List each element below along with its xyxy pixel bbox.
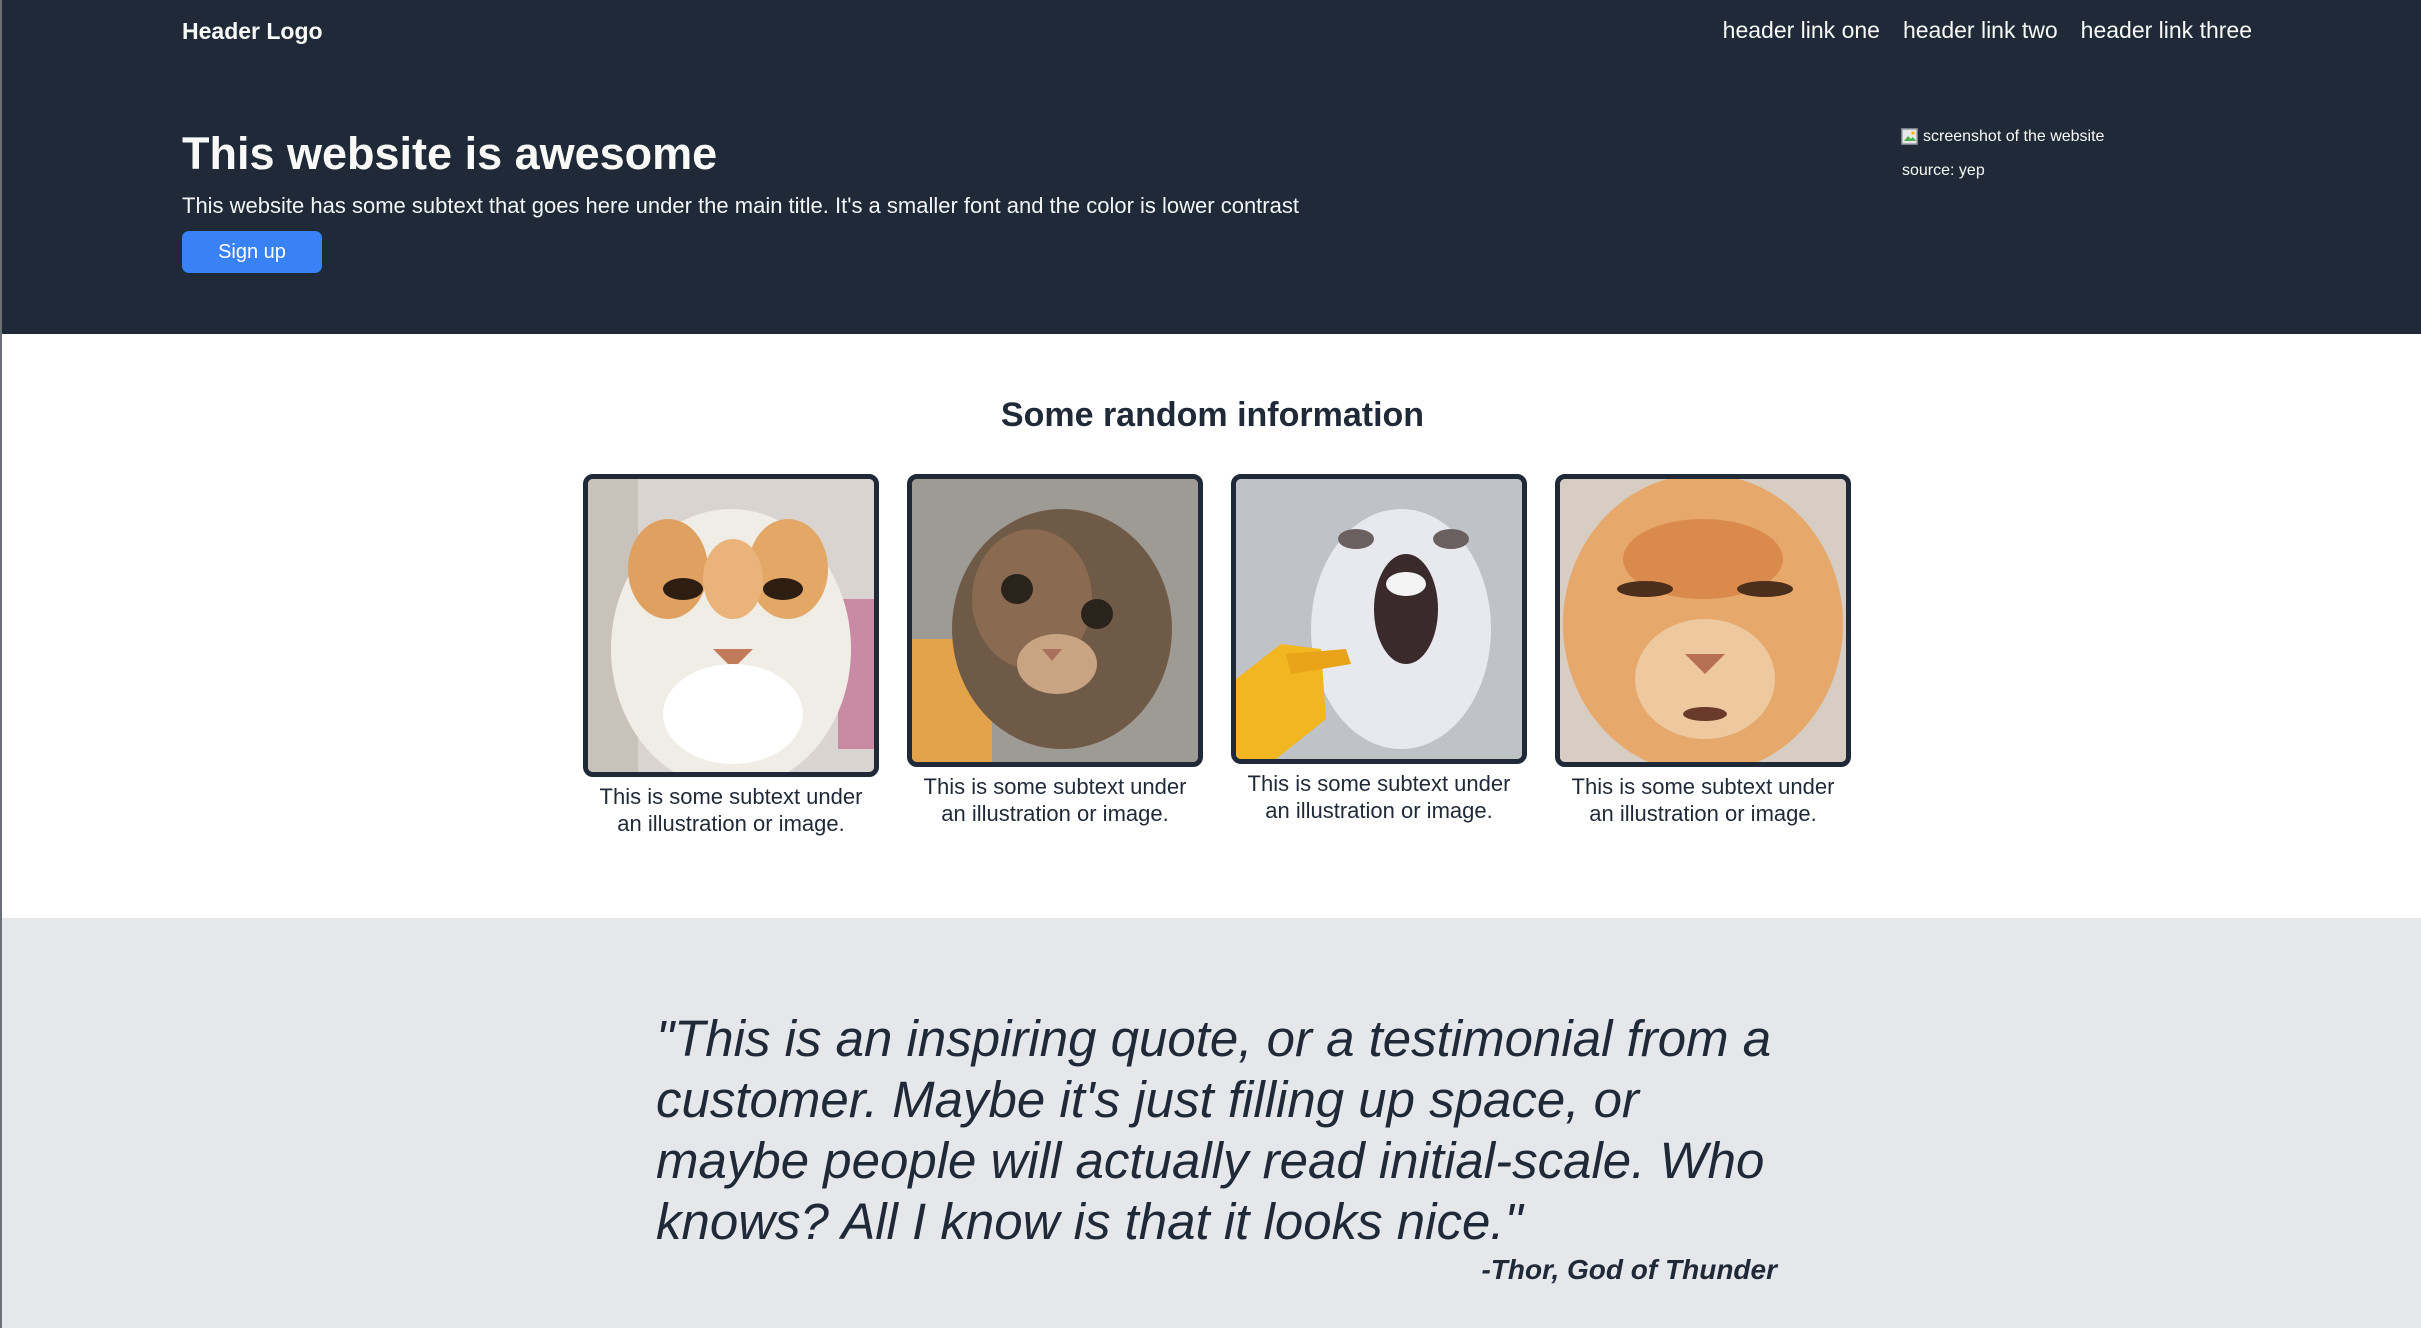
info-card: This is some subtext under an illustrati… (907, 474, 1203, 827)
orange-white-cat-image (583, 474, 879, 777)
info-card: This is some subtext under an illustrati… (1555, 474, 1851, 827)
quote-author: -Thor, God of Thunder (1481, 1254, 1777, 1285)
testimonial-quote: "This is an inspiring quote, or a testim… (656, 1010, 1772, 1250)
hero-image-alt: screenshot of the website (1923, 128, 2105, 145)
quote-section: "This is an inspiring quote, or a testim… (2, 918, 2421, 1328)
info-card: This is some subtext under an illustrati… (583, 474, 879, 837)
header-link-three[interactable]: header link three (2081, 15, 2252, 45)
hero-subtitle: This website has some subtext that goes … (182, 193, 1299, 218)
hero-image: screenshot of the website (1901, 126, 2104, 148)
broken-image-icon (1901, 126, 1921, 148)
header-nav: header link one header link two header l… (1723, 15, 2252, 45)
card-caption: This is some subtext under an illustrati… (599, 784, 863, 836)
info-card: This is some subtext under an illustrati… (1231, 474, 1527, 824)
header-logo[interactable]: Header Logo (182, 17, 323, 45)
tabby-cat-image (907, 474, 1203, 767)
header-link-two[interactable]: header link two (1903, 15, 2058, 45)
card-caption: This is some subtext under an illustrati… (1571, 774, 1835, 826)
card-caption: This is some subtext under an illustrati… (1247, 771, 1511, 823)
header-link-one[interactable]: header link one (1723, 15, 1880, 45)
hero-section: Header Logo header link one header link … (2, 0, 2421, 334)
card-caption: This is some subtext under an illustrati… (923, 774, 1187, 826)
orange-cat-image (1555, 474, 1851, 767)
hero-title: This website is awesome (182, 128, 718, 179)
info-title: Some random information (1000, 396, 1425, 434)
sign-up-button[interactable]: Sign up (182, 231, 322, 273)
hero-image-source: source: yep (1902, 162, 1985, 179)
screaming-cat-image (1231, 474, 1527, 764)
